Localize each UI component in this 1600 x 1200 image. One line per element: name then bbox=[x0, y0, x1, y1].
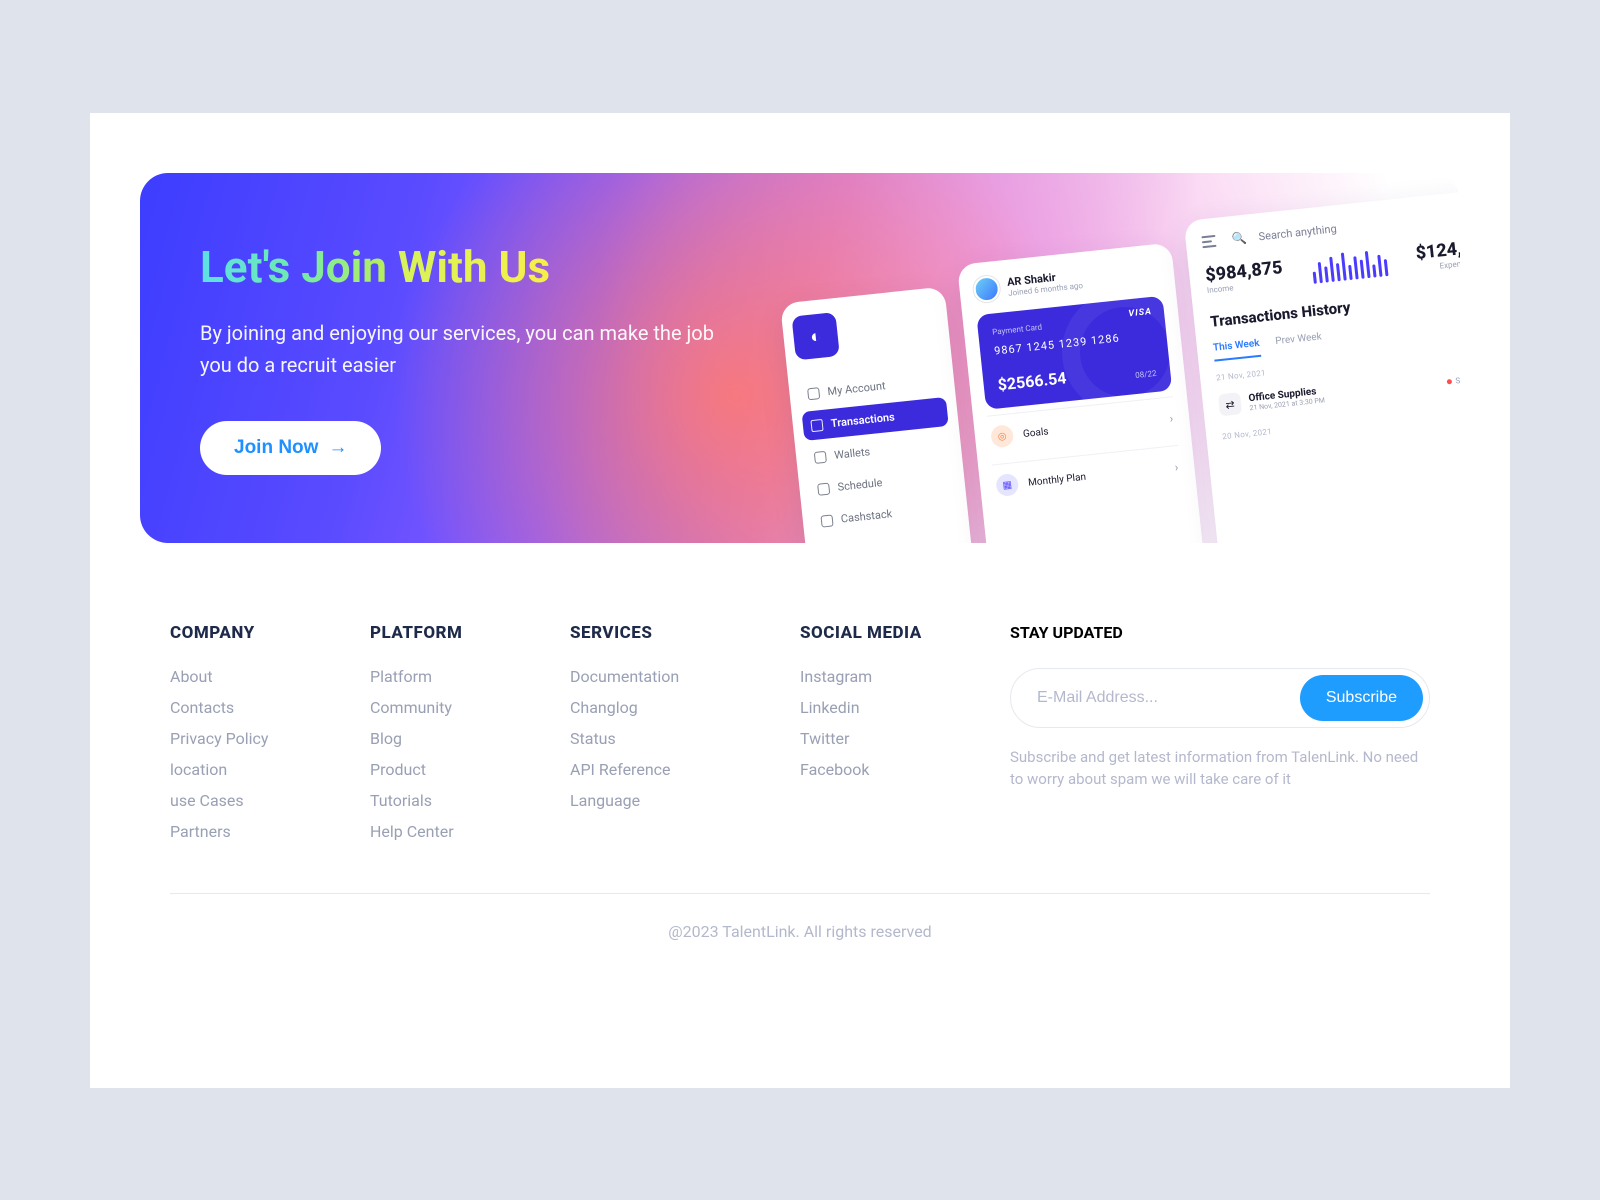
menu-icon bbox=[1201, 234, 1220, 248]
transaction-tag: Supplies bbox=[1446, 372, 1460, 385]
mock-side-label: Transactions bbox=[830, 410, 895, 430]
calendar-icon: ▦ bbox=[995, 472, 1019, 496]
hero-banner: Let's Join With Us By joining and enjoyi… bbox=[140, 173, 1460, 543]
hero-title-part2: With Us bbox=[398, 241, 550, 293]
footer-link[interactable]: Privacy Policy bbox=[170, 729, 330, 748]
footer-link[interactable]: Tutorials bbox=[370, 791, 530, 810]
footer-link[interactable]: Status bbox=[570, 729, 760, 748]
copyright: @2023 TalentLink. All rights reserved bbox=[140, 922, 1460, 941]
col-title: PLATFORM bbox=[370, 623, 530, 643]
footer-link[interactable]: Linkedin bbox=[800, 698, 970, 717]
stay-note: Subscribe and get latest information fro… bbox=[1010, 746, 1430, 791]
hero-title-part1: Let's Join bbox=[200, 241, 387, 293]
mock-card-panel: AR Shakir Joined 6 months ago VISA Payme… bbox=[957, 242, 1204, 542]
card-balance: $2566.54 bbox=[997, 368, 1068, 394]
target-icon: ◎ bbox=[990, 424, 1014, 448]
home-icon bbox=[807, 386, 820, 399]
page: Let's Join With Us By joining and enjoyi… bbox=[90, 113, 1510, 1088]
footer-link[interactable]: API Reference bbox=[570, 760, 760, 779]
mock-side-label: Cashstack bbox=[840, 507, 893, 525]
swap-icon bbox=[810, 418, 823, 431]
goal-label: Monthly Plan bbox=[1028, 471, 1087, 488]
swap-icon: ⇄ bbox=[1218, 392, 1242, 416]
mock-sidebar: ◐ My Account Transactions Wallets Schedu… bbox=[780, 286, 976, 543]
footer-link[interactable]: Instagram bbox=[800, 667, 970, 686]
mock-search-placeholder: Search anything bbox=[1258, 221, 1337, 242]
footer-divider bbox=[170, 893, 1430, 894]
chevron-right-icon: › bbox=[1169, 411, 1174, 425]
stack-icon bbox=[820, 513, 833, 526]
email-input[interactable] bbox=[1037, 689, 1300, 707]
hero-subtitle: By joining and enjoying our services, yo… bbox=[200, 317, 740, 381]
card-label: Payment Card bbox=[992, 311, 1151, 337]
calendar-icon bbox=[817, 482, 830, 495]
tab-prev-week: Prev Week bbox=[1275, 331, 1323, 355]
footer-link[interactable]: Contacts bbox=[170, 698, 330, 717]
footer-link[interactable]: use Cases bbox=[170, 791, 330, 810]
col-title: COMPANY bbox=[170, 623, 330, 643]
footer-link[interactable]: Product bbox=[370, 760, 530, 779]
footer-link[interactable]: Facebook bbox=[800, 760, 970, 779]
footer-col-platform: PLATFORM Platform Community Blog Product… bbox=[370, 623, 530, 853]
footer-link[interactable]: Twitter bbox=[800, 729, 970, 748]
avatar-icon bbox=[972, 274, 1001, 303]
dot-icon bbox=[1446, 378, 1451, 383]
mock-payment-card: VISA Payment Card 9867 1245 1239 1286 $2… bbox=[976, 295, 1172, 409]
join-now-label: Join Now bbox=[234, 437, 318, 459]
mock-side-label: Schedule bbox=[837, 476, 883, 494]
footer-link[interactable]: Partners bbox=[170, 822, 330, 841]
join-now-button[interactable]: Join Now → bbox=[200, 421, 381, 475]
footer-link[interactable]: Documentation bbox=[570, 667, 760, 686]
footer: COMPANY About Contacts Privacy Policy lo… bbox=[140, 623, 1460, 853]
mock-user-row: AR Shakir Joined 6 months ago bbox=[972, 257, 1161, 302]
mock-side-label: Wallets bbox=[834, 445, 871, 462]
goal-label: Goals bbox=[1022, 425, 1049, 439]
footer-link[interactable]: Platform bbox=[370, 667, 530, 686]
mock-logo: ◐ bbox=[791, 312, 839, 360]
footer-col-services: SERVICES Documentation Changlog Status A… bbox=[570, 623, 760, 853]
footer-link[interactable]: Blog bbox=[370, 729, 530, 748]
footer-link[interactable]: Changlog bbox=[570, 698, 760, 717]
bar-chart-icon bbox=[1311, 246, 1389, 284]
footer-link[interactable]: location bbox=[170, 760, 330, 779]
mock-side-label: My Account bbox=[827, 379, 886, 398]
footer-link[interactable]: Language bbox=[570, 791, 760, 810]
subscribe-form: Subscribe bbox=[1010, 668, 1430, 728]
footer-stay-updated: STAY UPDATED Subscribe Subscribe and get… bbox=[1010, 623, 1430, 853]
visa-label: VISA bbox=[1128, 306, 1152, 318]
footer-col-company: COMPANY About Contacts Privacy Policy lo… bbox=[170, 623, 330, 853]
hero-title: Let's Join With Us bbox=[200, 243, 740, 291]
arrow-right-icon: → bbox=[328, 437, 347, 459]
card-expiry: 08/22 bbox=[1135, 368, 1157, 379]
col-title: SERVICES bbox=[570, 623, 760, 643]
tab-this-week: This Week bbox=[1213, 337, 1261, 361]
col-title: SOCIAL MEDIA bbox=[800, 623, 970, 643]
footer-link[interactable]: About bbox=[170, 667, 330, 686]
footer-link[interactable]: Help Center bbox=[370, 822, 530, 841]
stay-title: STAY UPDATED bbox=[1010, 623, 1430, 642]
hero-text: Let's Join With Us By joining and enjoyi… bbox=[200, 243, 740, 475]
footer-col-social: SOCIAL MEDIA Instagram Linkedin Twitter … bbox=[800, 623, 970, 853]
wallet-icon bbox=[814, 450, 827, 463]
search-icon: 🔍 bbox=[1231, 230, 1247, 245]
app-preview: ◐ My Account Transactions Wallets Schedu… bbox=[766, 191, 1460, 542]
subscribe-button[interactable]: Subscribe bbox=[1300, 675, 1423, 721]
mock-history-panel: 🔍 Search anything $984,875 Income $124,8… bbox=[1184, 189, 1460, 542]
chevron-right-icon: › bbox=[1174, 460, 1179, 474]
footer-link[interactable]: Community bbox=[370, 698, 530, 717]
